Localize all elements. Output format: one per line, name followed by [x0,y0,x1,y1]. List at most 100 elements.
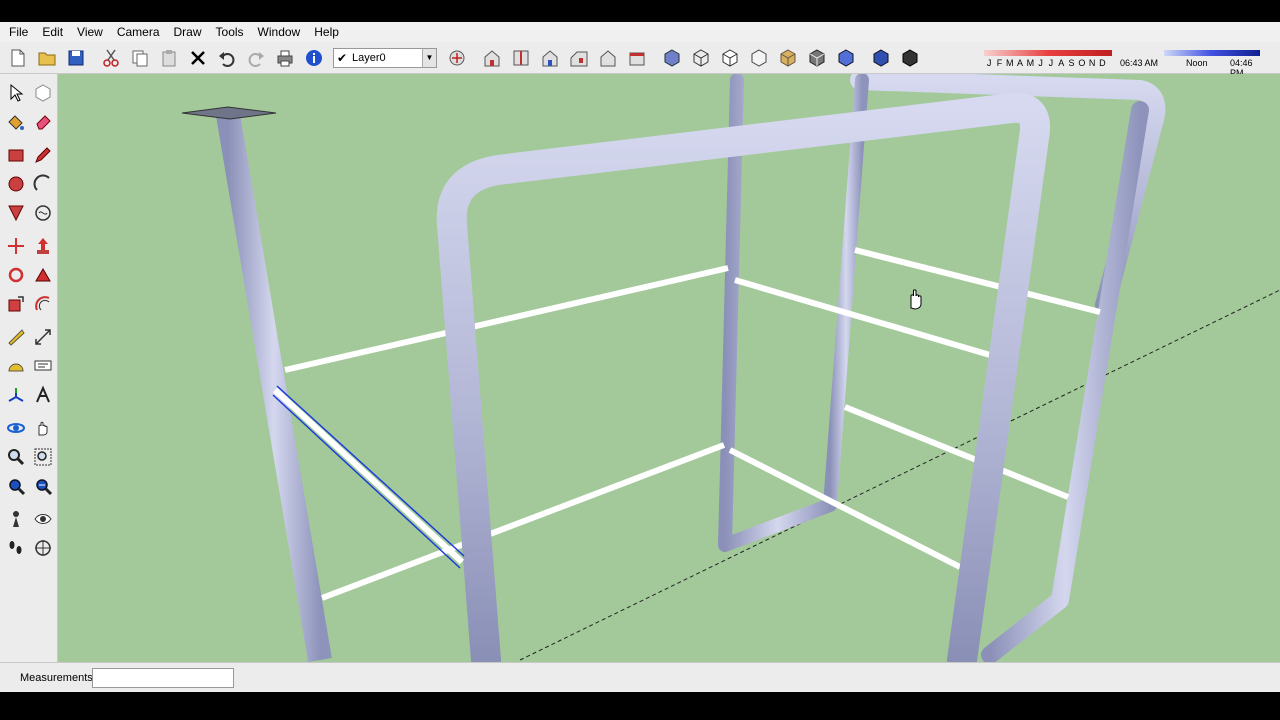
section-plane-button[interactable] [29,534,56,561]
month-label: S [1068,58,1075,68]
pan-tool-button[interactable] [29,414,56,441]
fog-toggle-button[interactable] [896,44,924,72]
copy-button[interactable] [126,44,154,72]
time-slider[interactable] [1164,50,1260,56]
shadows-toggle-button[interactable] [867,44,895,72]
measurements-input[interactable] [92,667,234,688]
paint-bucket-button[interactable] [2,108,29,135]
month-label: D [1099,58,1106,68]
layer-manager-button[interactable] [443,44,471,72]
month-label: J [1048,58,1054,68]
zoom-extents-icon [8,478,25,495]
text-label-icon [34,360,51,370]
view-back-button[interactable] [594,44,622,72]
rail [320,442,726,601]
axes-tool-button[interactable] [2,381,29,408]
month-label: O [1078,58,1086,68]
menu-camera[interactable]: Camera [110,22,167,42]
protractor-button[interactable] [2,352,29,379]
month-label: M [1005,58,1014,68]
follow-me-icon [34,267,51,281]
position-camera-button[interactable] [2,505,29,532]
month-slider[interactable] [984,50,1112,56]
menu-tools[interactable]: Tools [209,22,251,42]
zoom-tool-button[interactable] [2,443,29,470]
month-label: J [986,58,992,68]
redo-button[interactable] [242,44,270,72]
menu-bar: File Edit View Camera Draw Tools Window … [0,22,1280,42]
menu-file[interactable]: File [2,22,35,42]
time-noon-label: Noon [1186,58,1208,68]
line-tool-button[interactable] [29,141,56,168]
freehand-tool-button[interactable] [29,199,56,226]
view-right-button[interactable] [565,44,593,72]
scale-tool-button[interactable] [2,290,29,317]
paste-button[interactable] [155,44,183,72]
move-tool-button[interactable] [2,232,29,259]
view-left-button[interactable] [623,44,651,72]
month-label: M [1026,58,1035,68]
walk-tool-button[interactable] [2,534,29,561]
cube-outline-icon [751,48,767,67]
open-file-button[interactable] [33,44,61,72]
position-camera-icon [12,510,19,527]
save-button[interactable] [62,44,90,72]
erase-button[interactable] [184,44,212,72]
circle-tool-button[interactable] [2,170,29,197]
layer-dropdown[interactable]: ✔ Layer0 ▼ [333,47,437,68]
tape-measure-button[interactable] [2,323,29,350]
cube-color-icon [838,48,854,67]
style-textured-button[interactable] [774,44,802,72]
3d-text-button[interactable] [29,381,56,408]
orbit-tool-button[interactable] [2,414,29,441]
view-iso-button[interactable] [478,44,506,72]
zoom-extents-button[interactable] [2,472,29,499]
style-color-button[interactable] [832,44,860,72]
look-around-button[interactable] [29,505,56,532]
style-xray-button[interactable] [658,44,686,72]
eraser-button[interactable] [29,108,56,135]
dimension-tool-button[interactable] [29,323,56,350]
chevron-down-icon[interactable]: ▼ [422,48,436,67]
offset-tool-button[interactable] [29,290,56,317]
push-pull-button[interactable] [29,232,56,259]
back-right-frame[interactable] [718,74,1166,662]
left-tool-palette [0,74,58,662]
model-info-button[interactable] [300,44,328,72]
modeling-viewport[interactable] [58,74,1280,662]
select-tool-button[interactable] [2,79,29,106]
arc-tool-button[interactable] [29,170,56,197]
polygon-tool-button[interactable] [2,199,29,226]
menu-help[interactable]: Help [307,22,346,42]
style-hidden-line-button[interactable] [716,44,744,72]
menu-window[interactable]: Window [251,22,308,42]
view-top-button[interactable] [507,44,535,72]
undo-icon [219,51,235,67]
follow-me-button[interactable] [29,261,56,288]
cut-button[interactable] [97,44,125,72]
offset-icon [34,295,49,310]
menu-edit[interactable]: Edit [35,22,70,42]
month-label: F [996,58,1003,68]
front-frame[interactable] [436,92,1050,662]
rectangle-tool-button[interactable] [2,141,29,168]
text-tool-button[interactable] [29,352,56,379]
previous-view-button[interactable] [29,472,56,499]
arrow-cursor-icon [10,83,23,102]
undo-button[interactable] [213,44,241,72]
style-wireframe-button[interactable] [687,44,715,72]
style-shaded-button[interactable] [745,44,773,72]
style-monochrome-button[interactable] [803,44,831,72]
zoom-window-button[interactable] [29,443,56,470]
view-front-button[interactable] [536,44,564,72]
menu-draw[interactable]: Draw [167,22,209,42]
month-label: N [1088,58,1096,68]
print-button[interactable] [271,44,299,72]
info-icon [306,49,322,66]
new-file-button[interactable] [4,44,32,72]
left-post[interactable] [181,106,332,662]
make-component-button[interactable] [29,79,56,106]
redo-icon [248,51,264,67]
rotate-tool-button[interactable] [2,261,29,288]
menu-view[interactable]: View [70,22,110,42]
